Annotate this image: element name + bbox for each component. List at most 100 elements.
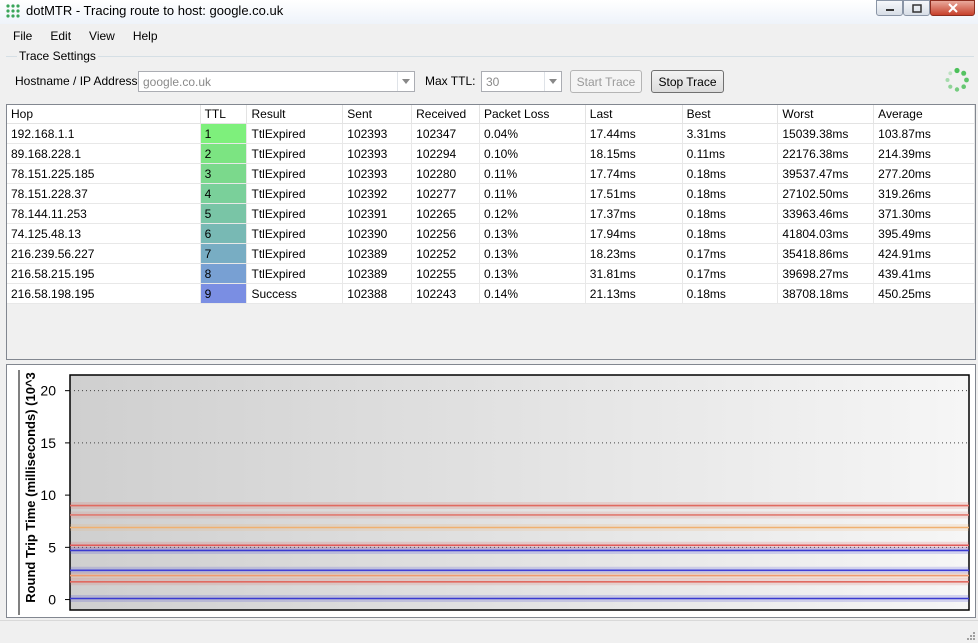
table-row[interactable]: 216.58.198.195 9 Success 102388 102243 0.14% 2… [7,284,975,304]
max-ttl-label: Max TTL: [425,74,476,88]
cell-last: 17.94ms [586,224,683,243]
cell-average: 450.25ms [874,284,975,303]
cell-ttl: 4 [200,184,248,203]
column-header-sent[interactable]: Sent [343,105,413,123]
cell-last: 18.15ms [586,144,683,163]
cell-worst: 35418.86ms [778,244,875,263]
cell-received: 102243 [412,284,480,303]
cell-average: 277.20ms [874,164,975,183]
cell-hop: 74.125.48.13 [7,224,201,243]
cell-received: 102347 [412,124,480,143]
start-trace-button[interactable]: Start Trace [570,70,642,93]
cell-hop: 192.168.1.1 [7,124,201,143]
close-button[interactable] [930,0,975,16]
menu-help[interactable]: Help [133,29,158,43]
app-grid-icon [6,4,20,18]
table-row[interactable]: 89.168.228.1 2 TtlExpired 102393 102294 0.10%… [7,144,975,164]
cell-hop: 216.58.215.195 [7,264,201,283]
cell-average: 424.91ms [874,244,975,263]
stop-trace-button[interactable]: Stop Trace [651,70,724,93]
maximize-button[interactable] [903,0,930,16]
cell-ttl: 8 [200,264,248,283]
chevron-down-icon[interactable] [397,72,414,91]
table-row[interactable]: 216.58.215.195 8 TtlExpired 102389 102255 0.1… [7,264,975,284]
cell-packet-loss: 0.12% [480,204,586,223]
cell-result: TtlExpired [247,224,344,243]
minimize-button[interactable] [876,0,903,16]
column-header-best[interactable]: Best [683,105,779,123]
cell-sent: 102393 [343,164,413,183]
cell-last: 18.23ms [586,244,683,263]
cell-result: TtlExpired [247,144,344,163]
cell-best: 0.17ms [683,264,779,283]
cell-last: 17.74ms [586,164,683,183]
cell-last: 21.13ms [586,284,683,303]
cell-hop: 216.58.198.195 [7,284,201,303]
table-row[interactable]: 74.125.48.13 6 TtlExpired 102390 102256 0.13%… [7,224,975,244]
table-row[interactable]: 78.144.11.253 5 TtlExpired 102391 102265 0.12… [7,204,975,224]
cell-hop: 78.144.11.253 [7,204,201,223]
cell-ttl: 7 [200,244,248,263]
table-row[interactable]: 78.151.228.37 4 TtlExpired 102392 102277 0.11… [7,184,975,204]
column-header-packet-loss[interactable]: Packet Loss [480,105,586,123]
hostname-combo[interactable]: google.co.uk [138,71,415,92]
cell-average: 371.30ms [874,204,975,223]
cell-packet-loss: 0.11% [480,164,586,183]
cell-ttl: 5 [200,204,248,223]
y-axis-label: Round Trip Time (milliseconds) (10^3 [23,372,38,603]
column-header-hop[interactable]: Hop [7,105,201,123]
y-tick-label: 0 [48,592,56,608]
max-ttl-combo[interactable]: 30 [481,71,562,92]
column-header-worst[interactable]: Worst [778,105,875,123]
cell-result: TtlExpired [247,204,344,223]
cell-received: 102294 [412,144,480,163]
column-header-last[interactable]: Last [586,105,683,123]
cell-last: 17.44ms [586,124,683,143]
cell-packet-loss: 0.10% [480,144,586,163]
menu-edit[interactable]: Edit [50,29,71,43]
cell-hop: 216.239.56.227 [7,244,201,263]
table-header: Hop TTL Result Sent Received Packet Loss… [7,105,975,124]
column-header-result[interactable]: Result [247,105,344,123]
cell-sent: 102390 [343,224,413,243]
menu-file[interactable]: File [13,29,32,43]
cell-packet-loss: 0.04% [480,124,586,143]
column-header-ttl[interactable]: TTL [201,105,248,123]
cell-result: Success [247,284,344,303]
cell-sent: 102392 [343,184,413,203]
cell-ttl: 2 [200,144,248,163]
cell-ttl: 3 [200,164,248,183]
cell-worst: 41804.03ms [778,224,875,243]
cell-average: 214.39ms [874,144,975,163]
column-header-received[interactable]: Received [412,105,480,123]
cell-ttl: 1 [200,124,248,143]
trace-settings-label: Trace Settings [17,49,98,63]
table-body: 192.168.1.1 1 TtlExpired 102393 102347 0.04% 1… [7,124,975,304]
cell-sent: 102388 [343,284,413,303]
rtt-chart-svg: 0 5 10 15 20Round Trip Time (milliseconds) (… [18,370,970,615]
cell-received: 102265 [412,204,480,223]
cell-sent: 102393 [343,124,413,143]
hop-table: Hop TTL Result Sent Received Packet Loss… [6,104,976,360]
hostname-value: google.co.uk [143,75,212,89]
cell-result: TtlExpired [247,264,344,283]
window-title: dotMTR - Tracing route to host: google.c… [26,3,284,18]
column-header-average[interactable]: Average [874,105,975,123]
table-row[interactable]: 192.168.1.1 1 TtlExpired 102393 102347 0.04% 1… [7,124,975,144]
cell-received: 102277 [412,184,480,203]
cell-last: 17.51ms [586,184,683,203]
cell-worst: 39537.47ms [778,164,875,183]
rtt-chart: 0 5 10 15 20 Round Trip Time (milliseconds) (… [6,364,976,618]
cell-received: 102252 [412,244,480,263]
table-row[interactable]: 78.151.225.185 3 TtlExpired 102393 102280 0.1… [7,164,975,184]
chevron-down-icon[interactable] [544,72,561,91]
cell-result: TtlExpired [247,164,344,183]
cell-average: 103.87ms [874,124,975,143]
resize-grip-icon[interactable] [965,630,975,640]
cell-worst: 33963.46ms [778,204,875,223]
menu-view[interactable]: View [89,29,115,43]
cell-sent: 102389 [343,244,413,263]
cell-result: TtlExpired [247,244,344,263]
cell-packet-loss: 0.11% [480,184,586,203]
table-row[interactable]: 216.239.56.227 7 TtlExpired 102389 102252 0.1… [7,244,975,264]
